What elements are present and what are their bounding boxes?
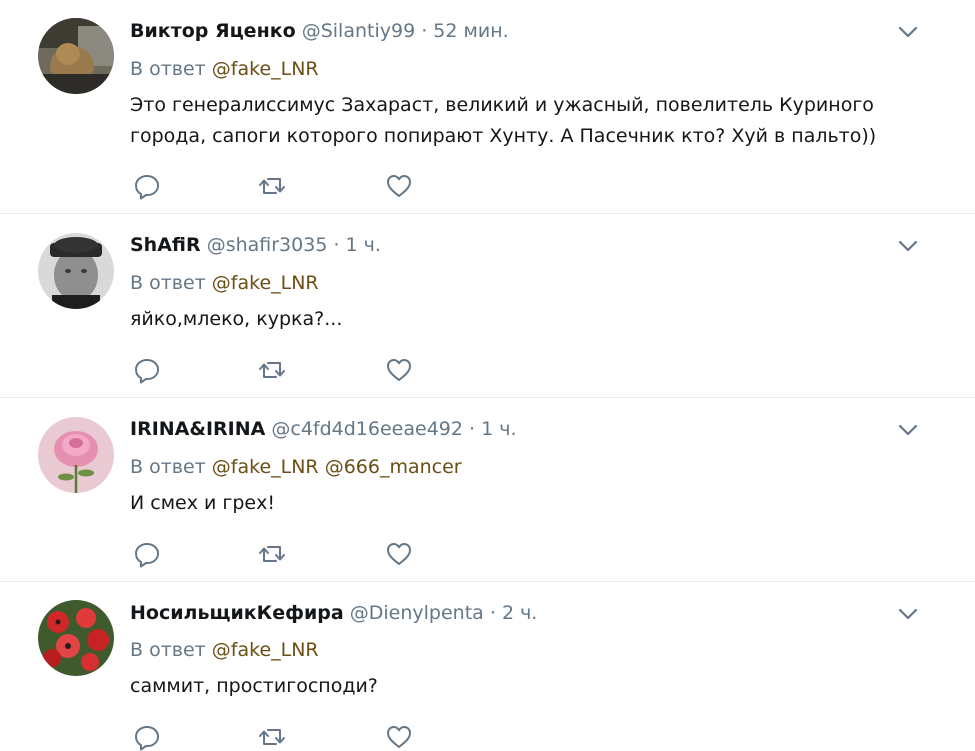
tweet-text: Это генералиссимус Захараст, великий и у… <box>130 94 877 147</box>
reply-button[interactable] <box>133 540 161 568</box>
user-handle[interactable]: @Silantiy99 <box>302 20 415 42</box>
user-name[interactable]: Виктор Яценко <box>130 20 296 42</box>
avatar-photo-icon <box>38 417 114 493</box>
timestamp[interactable]: 52 мин. <box>433 20 508 42</box>
like-button[interactable] <box>385 356 413 384</box>
avatar-photo-icon <box>38 233 114 309</box>
heart-icon <box>387 175 411 197</box>
chevron-down-icon <box>898 608 918 620</box>
retweet-icon <box>259 362 285 378</box>
tweet[interactable]: IRINA&IRINA @c4fd4d16eeae492 · 1 ч. В от… <box>0 398 975 582</box>
reply-prefix: В ответ <box>130 272 206 294</box>
user-name[interactable]: IRINA&IRINA <box>130 418 265 440</box>
separator: · <box>333 234 340 256</box>
tweet-header: НосильщикКефира @Dienylpenta · 2 ч. <box>130 601 537 625</box>
avatar[interactable] <box>38 18 114 94</box>
reply-context: В ответ @fake_LNR @666_mancer <box>130 455 462 479</box>
reply-button[interactable] <box>133 172 161 200</box>
separator: · <box>489 602 496 624</box>
tweet-header: ShAfiR @shafir3035 · 1 ч. <box>130 233 381 257</box>
reply-button[interactable] <box>133 356 161 384</box>
avatar[interactable] <box>38 600 114 676</box>
retweet-button[interactable] <box>258 356 286 384</box>
mention-link[interactable]: @fake_LNR <box>212 272 319 294</box>
chevron-down-icon <box>898 424 918 436</box>
reply-icon <box>135 359 159 384</box>
more-options-button[interactable] <box>896 20 920 44</box>
chevron-down-icon <box>898 240 918 252</box>
user-handle[interactable]: @c4fd4d16eeae492 <box>271 418 463 440</box>
avatar[interactable] <box>38 417 114 493</box>
mention-link[interactable]: @666_mancer <box>325 456 462 478</box>
reply-context: В ответ @fake_LNR <box>130 271 319 295</box>
retweet-button[interactable] <box>258 540 286 568</box>
avatar-photo-icon <box>38 600 114 676</box>
heart-icon <box>387 359 411 381</box>
tweet[interactable]: ShAfiR @shafir3035 · 1 ч. В ответ @fake_… <box>0 214 975 398</box>
more-options-button[interactable] <box>896 602 920 626</box>
tweet-actions <box>133 356 433 384</box>
retweet-icon <box>259 178 285 194</box>
reply-prefix: В ответ <box>130 456 206 478</box>
more-options-button[interactable] <box>896 418 920 442</box>
tweet[interactable]: НосильщикКефира @Dienylpenta · 2 ч. В от… <box>0 582 975 751</box>
user-name[interactable]: ShAfiR <box>130 234 201 256</box>
user-name[interactable]: НосильщикКефира <box>130 602 344 624</box>
tweet-text: И смех и грех! <box>130 492 275 514</box>
like-button[interactable] <box>385 540 413 568</box>
reply-context: В ответ @fake_LNR <box>130 57 319 81</box>
separator: · <box>421 20 428 42</box>
tweet-header: IRINA&IRINA @c4fd4d16eeae492 · 1 ч. <box>130 417 517 441</box>
mention-link[interactable]: @fake_LNR <box>212 58 319 80</box>
separator: · <box>469 418 476 440</box>
retweet-icon <box>259 546 285 562</box>
user-handle[interactable]: @shafir3035 <box>207 234 328 256</box>
chevron-down-icon <box>898 26 918 38</box>
reply-icon <box>135 175 159 200</box>
reply-prefix: В ответ <box>130 58 206 80</box>
tweet-actions <box>133 540 433 568</box>
user-handle[interactable]: @Dienylpenta <box>350 602 484 624</box>
tweet-text: саммит, простигосподи? <box>130 675 378 697</box>
tweet-header: Виктор Яценко @Silantiy99 · 52 мин. <box>130 19 509 43</box>
retweet-button[interactable] <box>258 172 286 200</box>
tweet-actions <box>133 172 433 200</box>
timestamp[interactable]: 1 ч. <box>346 234 381 256</box>
mention-link[interactable]: @fake_LNR <box>212 456 319 478</box>
avatar[interactable] <box>38 233 114 309</box>
reply-context: В ответ @fake_LNR <box>130 638 319 662</box>
more-options-button[interactable] <box>896 234 920 258</box>
mention-link[interactable]: @fake_LNR <box>212 639 319 661</box>
heart-icon <box>387 543 411 565</box>
reply-prefix: В ответ <box>130 639 206 661</box>
tweet-text: яйко,млеко, курка?... <box>130 308 343 330</box>
tweet[interactable]: Виктор Яценко @Silantiy99 · 52 мин. В от… <box>0 0 975 214</box>
reply-icon <box>135 543 159 568</box>
avatar-photo-icon <box>38 18 114 94</box>
timestamp[interactable]: 1 ч. <box>481 418 516 440</box>
like-button[interactable] <box>385 172 413 200</box>
timestamp[interactable]: 2 ч. <box>502 602 537 624</box>
